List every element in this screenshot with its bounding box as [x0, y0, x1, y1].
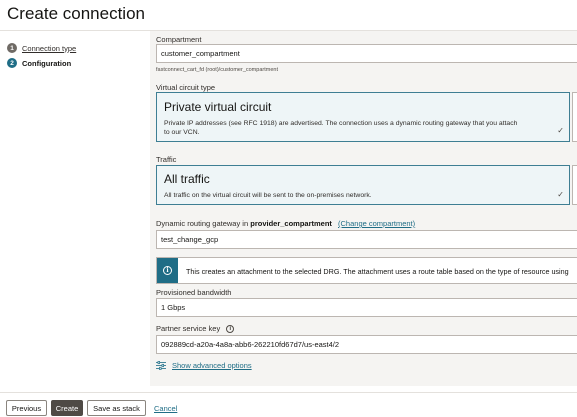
- drg-label: Dynamic routing gateway in provider_comp…: [156, 219, 415, 228]
- checkmark-icon: ✓: [557, 126, 564, 135]
- step-number-2: 2: [7, 58, 17, 68]
- compartment-label: Compartment: [156, 35, 202, 44]
- sliders-icon: [156, 361, 166, 370]
- step-number-1: 1: [7, 43, 17, 53]
- info-strip: i: [157, 258, 178, 283]
- checkmark-icon: ✓: [557, 190, 564, 199]
- advanced-options-toggle[interactable]: Show advanced options: [156, 361, 252, 370]
- compartment-select[interactable]: customer_compartment: [156, 44, 577, 63]
- next-option-card-edge[interactable]: [572, 165, 577, 205]
- info-banner-text: This creates an attachment to the select…: [186, 267, 569, 276]
- private-virtual-circuit-desc-1: Private IP addresses (see RFC 1918) are …: [164, 120, 518, 127]
- step-label-connection-type[interactable]: Connection type: [22, 44, 76, 53]
- next-option-card-edge[interactable]: [572, 92, 577, 142]
- traffic-label: Traffic: [156, 155, 177, 164]
- private-virtual-circuit-desc-2: to our VCN.: [164, 129, 200, 136]
- partner-key-input[interactable]: 092889cd-a20a-4a8a-abb6-262210fd67d7/us-…: [156, 335, 577, 354]
- page-title: Create connection: [7, 4, 145, 23]
- all-traffic-card[interactable]: All traffic All traffic on the virtual c…: [156, 165, 570, 205]
- virtual-circuit-type-label: Virtual circuit type: [156, 83, 216, 92]
- step-configuration: 2 Configuration: [7, 56, 76, 70]
- step-label-configuration: Configuration: [22, 58, 72, 68]
- footer-divider: [0, 392, 577, 393]
- help-icon[interactable]: i: [226, 325, 235, 334]
- step-connection-type[interactable]: 1 Connection type: [7, 41, 76, 55]
- wizard-steps: 1 Connection type 2 Configuration: [7, 41, 76, 71]
- previous-button[interactable]: Previous: [6, 400, 47, 416]
- info-icon: i: [163, 266, 172, 275]
- cancel-link[interactable]: Cancel: [154, 404, 177, 413]
- change-compartment-link[interactable]: (Change compartment): [338, 219, 415, 228]
- save-as-stack-button[interactable]: Save as stack: [87, 400, 146, 416]
- info-banner: i This creates an attachment to the sele…: [156, 257, 577, 284]
- drg-select[interactable]: test_change_gcp: [156, 230, 577, 249]
- create-button[interactable]: Create: [51, 400, 83, 416]
- compartment-hint: fastconnect_cart_fd (root)/customer_comp…: [156, 67, 278, 73]
- show-advanced-options-link[interactable]: Show advanced options: [172, 361, 252, 370]
- partner-key-label: Partner service key i: [156, 324, 235, 334]
- bandwidth-label: Provisioned bandwidth: [156, 288, 232, 297]
- all-traffic-title: All traffic: [164, 172, 210, 186]
- bandwidth-select[interactable]: 1 Gbps: [156, 298, 577, 317]
- partner-key-label-text: Partner service key: [156, 324, 221, 333]
- drg-label-prefix: Dynamic routing gateway in: [156, 219, 249, 228]
- private-virtual-circuit-title: Private virtual circuit: [164, 100, 272, 114]
- all-traffic-desc: All traffic on the virtual circuit will …: [164, 192, 372, 199]
- drg-compartment-name: provider_compartment: [250, 219, 332, 228]
- private-virtual-circuit-card[interactable]: Private virtual circuit Private IP addre…: [156, 92, 570, 142]
